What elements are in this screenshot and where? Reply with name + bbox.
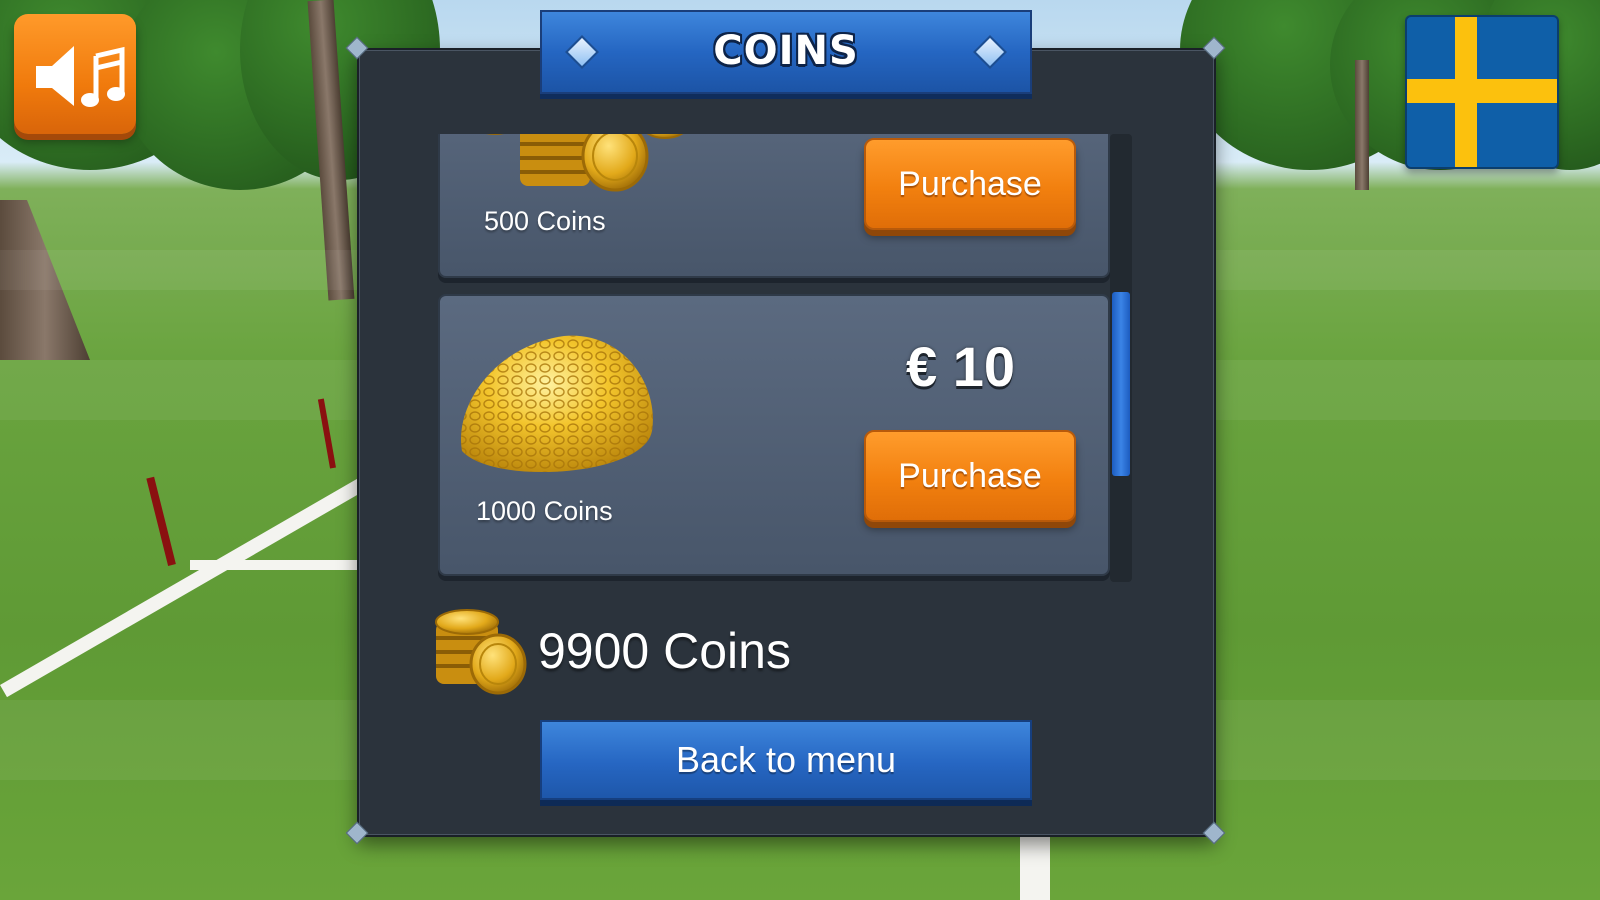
page-title: COINS: [713, 28, 859, 74]
purchase-button[interactable]: Purchase: [864, 138, 1076, 230]
scrollbar-track[interactable]: [1110, 134, 1132, 582]
boundary-post: [146, 476, 176, 566]
coin-balance: 9900 Coins: [538, 623, 791, 679]
sweden-flag-icon[interactable]: [1405, 15, 1559, 169]
field-line: [1020, 835, 1050, 900]
back-to-menu-button[interactable]: Back to menu: [540, 720, 1032, 800]
coin-pack-card: 500 Coins Purchase: [438, 134, 1110, 278]
field-line: [190, 560, 370, 570]
coin-pack-label: 1000 Coins: [476, 496, 613, 526]
sound-music-button[interactable]: [14, 14, 136, 134]
coin-stack-icon: [486, 134, 684, 192]
price-label: € 10: [906, 335, 1015, 398]
title-bar: COINS: [540, 10, 1032, 94]
field-line: [0, 475, 371, 698]
coin-pack-list[interactable]: 500 Coins Purchase 1000 Coins € 10 Purch…: [438, 134, 1110, 582]
tree-trunk: [1355, 60, 1369, 190]
sound-music-icon: [36, 46, 125, 107]
flag-cross-horizontal: [1407, 79, 1557, 103]
coin-pack-card: 1000 Coins € 10 Purchase: [438, 294, 1110, 576]
coin-pack-label: 500 Coins: [484, 206, 606, 236]
purchase-button[interactable]: Purchase: [864, 430, 1076, 522]
coin-stack-icon: [435, 609, 527, 695]
scrollbar-thumb[interactable]: [1112, 292, 1130, 476]
coin-pile-icon: [460, 335, 653, 473]
